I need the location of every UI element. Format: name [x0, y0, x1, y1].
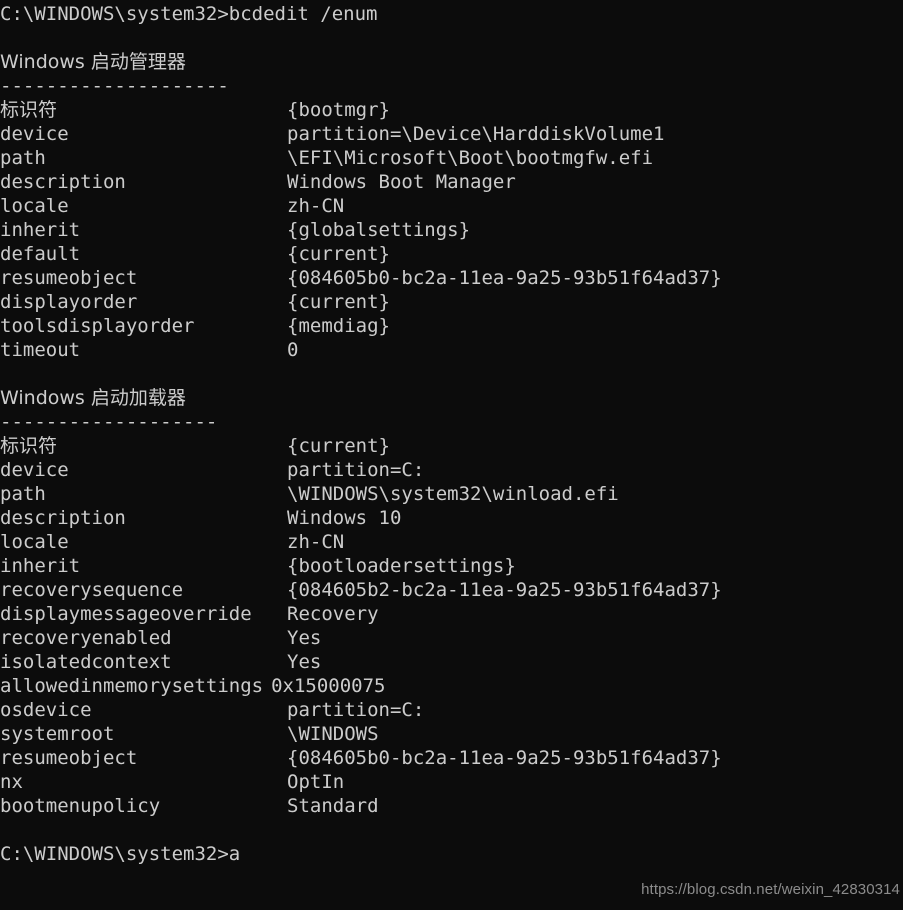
entry-value: {current}	[287, 291, 390, 313]
table-row: device partition=\Device\HarddiskVolume1	[0, 122, 903, 146]
entry-key: nx	[0, 771, 23, 793]
table-row: resumeobject {084605b0-bc2a-11ea-9a25-93…	[0, 746, 903, 770]
entry-value: {current}	[287, 435, 390, 457]
entry-value: Yes	[287, 651, 322, 673]
table-row: device partition=C:	[0, 458, 903, 482]
entry-key: osdevice	[0, 699, 92, 721]
table-row: bootmenupolicy Standard	[0, 794, 903, 818]
table-row: systemroot \WINDOWS	[0, 722, 903, 746]
section-separator-boot-manager: --------------------	[0, 75, 229, 97]
table-row: inherit {bootloadersettings}	[0, 554, 903, 578]
entry-value: zh-CN	[287, 531, 345, 553]
entry-value: \EFI\Microsoft\Boot\bootmgfw.efi	[287, 147, 654, 169]
entry-key: displaymessageoverride	[0, 603, 252, 625]
entry-value: 0	[287, 339, 299, 361]
table-row: locale zh-CN	[0, 194, 903, 218]
entry-key: toolsdisplayorder	[0, 315, 195, 337]
entry-key: recoveryenabled	[0, 627, 172, 649]
table-row: recoveryenabled Yes	[0, 626, 903, 650]
entry-value: {globalsettings}	[287, 219, 471, 241]
entry-key: inherit	[0, 219, 81, 241]
entry-value: \WINDOWS	[287, 723, 379, 745]
entry-key: description	[0, 507, 126, 529]
table-row: inherit {globalsettings}	[0, 218, 903, 242]
entry-key: resumeobject	[0, 747, 138, 769]
entry-value: 0x15000075	[271, 675, 386, 697]
table-row: osdevice partition=C:	[0, 698, 903, 722]
entry-value: {084605b0-bc2a-11ea-9a25-93b51f64ad37}	[287, 747, 722, 769]
entry-key: allowedinmemorysettings	[0, 675, 264, 697]
entry-key: path	[0, 147, 46, 169]
table-row: isolatedcontext Yes	[0, 650, 903, 674]
entry-key: 标识符	[0, 435, 58, 457]
watermark-url: https://blog.csdn.net/weixin_42830314	[641, 881, 900, 898]
table-row: resumeobject {084605b0-bc2a-11ea-9a25-93…	[0, 266, 903, 290]
table-row: path \EFI\Microsoft\Boot\bootmgfw.efi	[0, 146, 903, 170]
table-row: 标识符 {current}	[0, 434, 903, 458]
entry-value: {bootmgr}	[287, 99, 390, 121]
entry-value: Recovery	[287, 603, 379, 625]
table-row: nx OptIn	[0, 770, 903, 794]
table-row: 标识符 {bootmgr}	[0, 98, 903, 122]
table-row: path \WINDOWS\system32\winload.efi	[0, 482, 903, 506]
table-row: timeout 0	[0, 338, 903, 362]
table-row: description Windows Boot Manager	[0, 170, 903, 194]
table-row: displayorder {current}	[0, 290, 903, 314]
section-title-boot-loader: Windows 启动加载器	[0, 387, 186, 409]
entry-key: displayorder	[0, 291, 138, 313]
entry-value: {084605b2-bc2a-11ea-9a25-93b51f64ad37}	[287, 579, 722, 601]
entry-value: zh-CN	[287, 195, 345, 217]
entry-value: {memdiag}	[287, 315, 390, 337]
entry-key: locale	[0, 531, 69, 553]
entry-value: OptIn	[287, 771, 345, 793]
entry-key: locale	[0, 195, 69, 217]
entry-value: Windows 10	[287, 507, 402, 529]
entry-key: recoverysequence	[0, 579, 184, 601]
entry-key: device	[0, 459, 69, 481]
entry-value: partition=C:	[287, 699, 425, 721]
entry-value: Yes	[287, 627, 322, 649]
entry-key: resumeobject	[0, 267, 138, 289]
entry-value: Standard	[287, 795, 379, 817]
entry-key: inherit	[0, 555, 81, 577]
table-row: locale zh-CN	[0, 530, 903, 554]
table-row: toolsdisplayorder {memdiag}	[0, 314, 903, 338]
entry-value: {current}	[287, 243, 390, 265]
table-row: description Windows 10	[0, 506, 903, 530]
section-title-boot-manager: Windows 启动管理器	[0, 51, 186, 73]
command-prompt-line: C:\WINDOWS\system32>bcdedit /enum	[0, 3, 378, 25]
entry-key: device	[0, 123, 69, 145]
entry-key: bootmenupolicy	[0, 795, 161, 817]
entry-value: {084605b0-bc2a-11ea-9a25-93b51f64ad37}	[287, 267, 722, 289]
entry-value: partition=\Device\HarddiskVolume1	[287, 123, 665, 145]
table-row: allowedinmemorysettings 0x15000075	[0, 674, 903, 698]
entry-key: path	[0, 483, 46, 505]
entry-key: timeout	[0, 339, 81, 361]
entry-value: {bootloadersettings}	[287, 555, 516, 577]
entry-value: Windows Boot Manager	[287, 171, 516, 193]
section-separator-boot-loader: -------------------	[0, 411, 218, 433]
entry-key: systemroot	[0, 723, 115, 745]
entry-key: description	[0, 171, 126, 193]
table-row: displaymessageoverride Recovery	[0, 602, 903, 626]
final-command-prompt[interactable]: C:\WINDOWS\system32>a	[0, 842, 903, 866]
entry-key: 标识符	[0, 99, 58, 121]
table-row: recoverysequence {084605b2-bc2a-11ea-9a2…	[0, 578, 903, 602]
entry-key: default	[0, 243, 81, 265]
entry-value: \WINDOWS\system32\winload.efi	[287, 483, 619, 505]
table-row: default {current}	[0, 242, 903, 266]
entry-key: isolatedcontext	[0, 651, 172, 673]
entry-value: partition=C:	[287, 459, 425, 481]
terminal-console-output[interactable]: C:\WINDOWS\system32>bcdedit /enum Window…	[0, 0, 903, 910]
